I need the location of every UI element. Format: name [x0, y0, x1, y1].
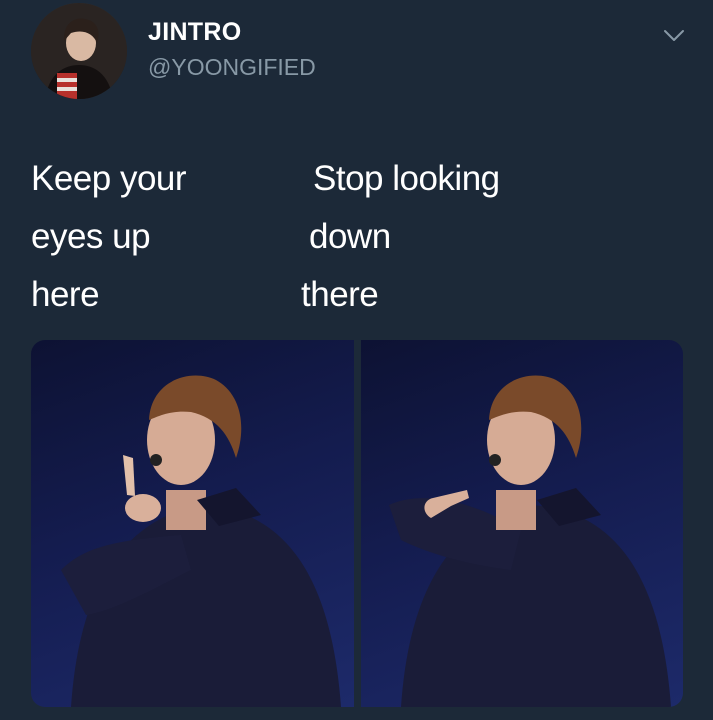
tweet-text-line: Keep your [31, 159, 187, 198]
tweet-image-left[interactable] [31, 340, 354, 707]
tweet-text-line: here [31, 275, 100, 314]
chevron-down-icon[interactable] [662, 24, 686, 48]
avatar-photo [31, 3, 127, 99]
concert-photo-right [389, 375, 671, 707]
tweet-text-left: Keep your eyes up here [31, 150, 187, 324]
tweet-image-right[interactable] [361, 340, 683, 707]
tweet-text-line: down [309, 217, 391, 256]
tweet-text-line: Stop looking [313, 159, 500, 198]
concert-photo-left [61, 375, 341, 707]
tweet-text-line: eyes up [31, 217, 151, 256]
tweet-text-line: there [301, 275, 379, 314]
user-handle[interactable]: @YOONGIFIED [148, 54, 316, 81]
avatar[interactable] [31, 3, 127, 99]
display-name[interactable]: JINTRO [148, 18, 241, 47]
tweet-text-right: Stop looking down there [301, 150, 500, 324]
